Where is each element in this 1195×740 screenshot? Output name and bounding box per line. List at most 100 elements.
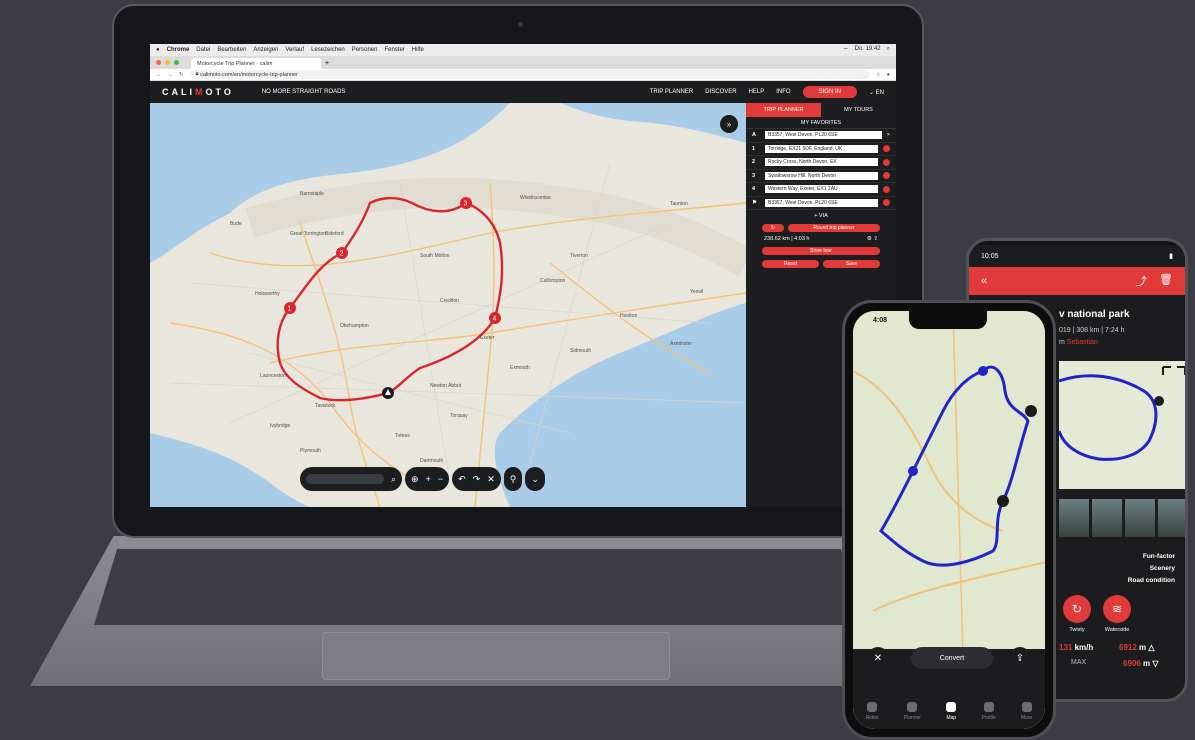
menu-item[interactable]: Bearbeiten <box>217 47 246 53</box>
waypoint-input[interactable]: B3357, West Devon, PL20 6SE <box>765 198 878 207</box>
nav-profile[interactable]: Profile <box>981 702 996 721</box>
nav-info[interactable]: INFO <box>776 89 790 95</box>
menu-item[interactable]: Hilfe <box>412 47 424 53</box>
trash-icon[interactable]: 🗑︎ <box>1159 273 1173 289</box>
share-icon[interactable]: ⤴ <box>1136 273 1147 289</box>
altitude-up: 6912 m △ <box>1119 643 1155 652</box>
waypoint-input[interactable]: Rocky Cross, North Devon, EX <box>765 158 878 167</box>
remove-waypoint-icon[interactable] <box>883 145 890 153</box>
waypoint-input[interactable]: Western Way, Exeter, EX1 2AU <box>765 185 878 194</box>
profile-icon[interactable]: ● <box>887 72 890 78</box>
nav-map[interactable]: Map <box>946 702 957 721</box>
search-icon[interactable]: ⌕ <box>887 46 890 54</box>
menu-item[interactable]: Chrome <box>167 47 190 53</box>
calimoto-logo[interactable]: CALIMOTO <box>162 87 234 97</box>
waypoint-row[interactable]: ⚑ B3357, West Devon, PL20 6SE <box>746 197 896 210</box>
waypoint-row[interactable]: 2 Rocky Cross, North Devon, EX <box>746 156 896 170</box>
star-icon[interactable]: ☆ <box>876 72 881 78</box>
phone-screen: 4:08 ✕ Convert ⇪ Rides Planner Map Profi… <box>853 311 1045 729</box>
roundtrip-planner-button[interactable]: Round trip planner <box>788 224 880 232</box>
tour-photo[interactable] <box>1092 499 1122 537</box>
close-window-icon[interactable] <box>156 60 161 65</box>
nav-label: More <box>1020 715 1033 721</box>
waypoint-row[interactable]: 3 Swallowsrow Hill, North Devon <box>746 170 896 183</box>
tour-photo[interactable] <box>1125 499 1155 537</box>
save-button[interactable]: Save <box>823 260 880 268</box>
waypoint-input[interactable]: Swallowsrow Hill, North Devon <box>765 171 878 180</box>
route-map[interactable]: 1 2 3 4 Barnstaple Bideford South Molton… <box>150 103 746 507</box>
wifi-icon[interactable]: ⌔ <box>843 46 849 54</box>
waypoint-row[interactable]: A B3357, West Devon, PL20 6SE × <box>746 129 896 143</box>
speed-unit: km/h <box>1072 643 1094 652</box>
map-search-input[interactable] <box>306 474 384 484</box>
map-label: Taunton <box>670 201 688 207</box>
favorites-header[interactable]: MY FAVORITES <box>746 117 896 129</box>
share-button[interactable]: ⇪ <box>1009 647 1031 669</box>
search-icon[interactable]: ⌕ <box>391 474 396 485</box>
nav-rides[interactable]: Rides <box>866 702 878 721</box>
tab-my-tours[interactable]: MY TOURS <box>821 103 896 117</box>
tour-photo[interactable] <box>1059 499 1089 537</box>
tour-photo[interactable] <box>1158 499 1185 537</box>
menu-item[interactable]: Personen <box>352 47 378 53</box>
language-select[interactable]: ⌄ EN <box>869 89 884 96</box>
reload-icon[interactable]: ↻ <box>179 72 184 78</box>
refresh-icon[interactable]: ↻ <box>762 224 784 232</box>
store-tour-button[interactable]: Store tour <box>762 247 880 255</box>
nav-help[interactable]: HELP <box>749 89 765 95</box>
waypoint-input[interactable]: B3357, West Devon, PL20 6SE <box>765 131 882 140</box>
nav-more[interactable]: More <box>1021 702 1032 721</box>
waypoint-row[interactable]: 4 Western Way, Exeter, EX1 2AU <box>746 183 896 197</box>
convert-button[interactable]: Convert <box>911 647 993 669</box>
nav-discover[interactable]: DISCOVER <box>705 89 736 95</box>
sign-in-button[interactable]: SIGN IN <box>802 86 857 98</box>
waypoint-marker: 4 <box>489 312 501 324</box>
tour-map[interactable] <box>1059 361 1185 489</box>
waypoint-label: A <box>752 132 756 139</box>
remove-waypoint-icon[interactable] <box>883 199 890 207</box>
forward-icon[interactable]: → <box>168 72 174 78</box>
author-name[interactable]: Sebastian <box>1067 339 1098 346</box>
menu-item[interactable]: Verlauf <box>285 47 304 53</box>
maximize-window-icon[interactable] <box>174 60 179 65</box>
collapse-sidebar-button[interactable]: » <box>720 115 738 133</box>
close-button[interactable]: ✕ <box>867 647 889 669</box>
map-label: Honiton <box>620 313 638 319</box>
settings-icon[interactable]: ⚙ ⇪ <box>867 236 878 242</box>
menu-item[interactable]: Datei <box>196 47 210 53</box>
waypoint-row[interactable]: 1 Torridge, EX21 5DF, England, UK <box>746 143 896 156</box>
close-icon[interactable]: ✕ <box>487 474 495 485</box>
url-input[interactable]: 🔒︎ calimoto.com/en/motorcycle-trip-plann… <box>189 70 870 79</box>
tour-photos[interactable] <box>1059 499 1185 537</box>
map-edit-group: ↶ ↷ ✕ <box>452 467 501 491</box>
remove-waypoint-icon[interactable] <box>883 172 890 180</box>
tab-trip-planner[interactable]: TRIP PLANNER <box>746 103 821 117</box>
nav-trip-planner[interactable]: TRIP PLANNER <box>650 89 694 95</box>
menubar-clock[interactable]: Do. 19:42 <box>855 46 881 54</box>
add-via-button[interactable]: + VIA <box>746 210 896 222</box>
zoom-out-icon[interactable]: − <box>438 474 443 484</box>
zoom-in-icon[interactable]: + <box>426 474 431 484</box>
menu-item[interactable]: Anzeigen <box>253 47 278 53</box>
remove-waypoint-icon[interactable] <box>883 185 890 193</box>
apple-icon[interactable]: ● <box>156 47 160 53</box>
map-label: Exeter <box>480 335 495 341</box>
redo-icon[interactable]: ↷ <box>473 474 481 485</box>
reset-button[interactable]: Reset <box>762 260 819 268</box>
undo-icon[interactable]: ↶ <box>458 474 466 485</box>
back-icon[interactable]: ← <box>156 72 162 78</box>
new-tab-icon[interactable]: + <box>325 60 329 67</box>
browser-tab[interactable]: Motorcycle Trip Planner · calim <box>191 58 321 69</box>
map-label: Tavistock <box>315 403 336 409</box>
close-icon[interactable]: × <box>887 132 890 138</box>
locate-icon[interactable]: ⊕ <box>411 474 419 485</box>
remove-waypoint-icon[interactable] <box>883 158 890 166</box>
minimize-window-icon[interactable] <box>165 60 170 65</box>
waypoint-input[interactable]: Torridge, EX21 5DF, England, UK <box>765 144 878 153</box>
back-icon[interactable]: « <box>981 275 987 287</box>
chevron-down-icon[interactable]: ⌄ <box>531 474 539 485</box>
menu-item[interactable]: Lesezeichen <box>311 47 345 53</box>
menu-item[interactable]: Fenster <box>384 47 404 53</box>
pin-icon[interactable]: ⚲ <box>510 474 517 485</box>
nav-planner[interactable]: Planner <box>904 702 921 721</box>
